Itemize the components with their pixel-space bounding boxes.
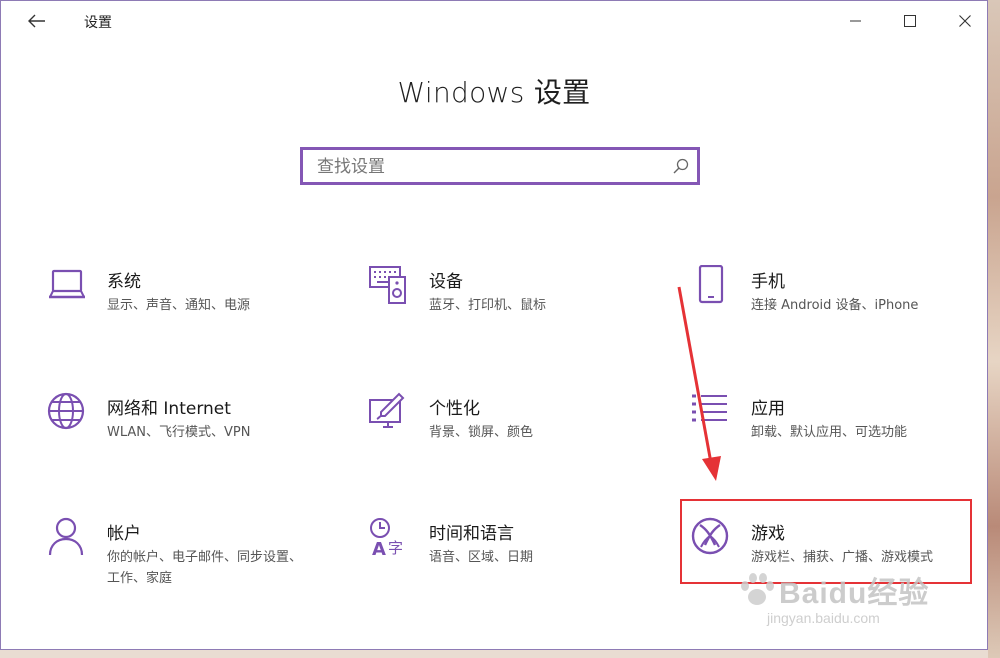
- close-icon: [959, 15, 971, 27]
- close-button[interactable]: [947, 5, 983, 37]
- laptop-icon: [49, 269, 85, 299]
- svg-text:A: A: [372, 539, 386, 557]
- time-language-icon: A 字: [370, 518, 403, 557]
- tile-name: 设备: [429, 272, 463, 292]
- page-title: Windows 设置: [397, 76, 591, 109]
- tile-network[interactable]: 网络和 Internet WLAN、飞行模式、VPN: [47, 392, 337, 472]
- tile-description: 背景、锁屏、颜色: [429, 425, 534, 440]
- tile-description: 你的帐户、电子邮件、同步设置、工作、家庭: [107, 550, 303, 586]
- tile-description: WLAN、飞行模式、VPN: [107, 425, 251, 440]
- window-title: 设置: [84, 15, 112, 31]
- keyboard-speaker-icon: [369, 266, 406, 304]
- person-icon: [48, 517, 84, 556]
- back-arrow-icon: [28, 14, 45, 28]
- tile-description: 显示、声音、通知、电源: [107, 298, 251, 313]
- globe-icon: [47, 392, 85, 430]
- tile-system[interactable]: 系统 显示、声音、通知、电源: [47, 265, 337, 345]
- tile-phone[interactable]: 手机 连接 Android 设备、iPhone: [691, 265, 981, 345]
- tile-description: 语音、区域、日期: [429, 550, 534, 565]
- maximize-button[interactable]: [892, 5, 928, 37]
- svg-text:字: 字: [388, 539, 403, 557]
- tile-accounts[interactable]: 帐户 你的帐户、电子邮件、同步设置、工作、家庭: [47, 517, 337, 597]
- search-box[interactable]: [300, 147, 700, 185]
- tile-name: 系统: [107, 272, 141, 292]
- paintbrush-icon: [369, 392, 405, 428]
- tile-name: 应用: [751, 399, 785, 419]
- tile-name: 帐户: [107, 524, 141, 544]
- tile-time-language[interactable]: A 字 时间和语言 语音、区域、日期: [369, 517, 659, 597]
- annotation-highlight-box: [680, 499, 972, 584]
- minimize-icon: [850, 20, 861, 22]
- desktop-wallpaper: [988, 0, 1000, 658]
- search-icon[interactable]: [673, 158, 689, 174]
- annotation-arrow: [677, 286, 721, 481]
- maximize-icon: [904, 15, 916, 27]
- tile-description: 连接 Android 设备、iPhone: [751, 298, 919, 313]
- minimize-button[interactable]: [838, 5, 874, 37]
- tile-devices[interactable]: 设备 蓝牙、打印机、鼠标: [369, 265, 659, 345]
- watermark-url: jingyan.baidu.com: [767, 610, 880, 626]
- search-input[interactable]: [315, 154, 669, 180]
- tile-description: 蓝牙、打印机、鼠标: [429, 298, 547, 313]
- back-button[interactable]: [21, 7, 53, 35]
- tile-personalization[interactable]: 个性化 背景、锁屏、颜色: [369, 392, 659, 472]
- tile-name: 手机: [751, 272, 785, 292]
- tile-description: 卸载、默认应用、可选功能: [751, 425, 908, 440]
- title-bar: 设置: [1, 1, 987, 41]
- settings-window: 设置 Windows 设置 系统: [0, 0, 988, 650]
- tile-name: 网络和 Internet: [107, 399, 231, 419]
- tile-name: 个性化: [429, 399, 480, 419]
- tile-name: 时间和语言: [429, 524, 514, 544]
- tile-apps[interactable]: 应用 卸载、默认应用、可选功能: [691, 392, 981, 472]
